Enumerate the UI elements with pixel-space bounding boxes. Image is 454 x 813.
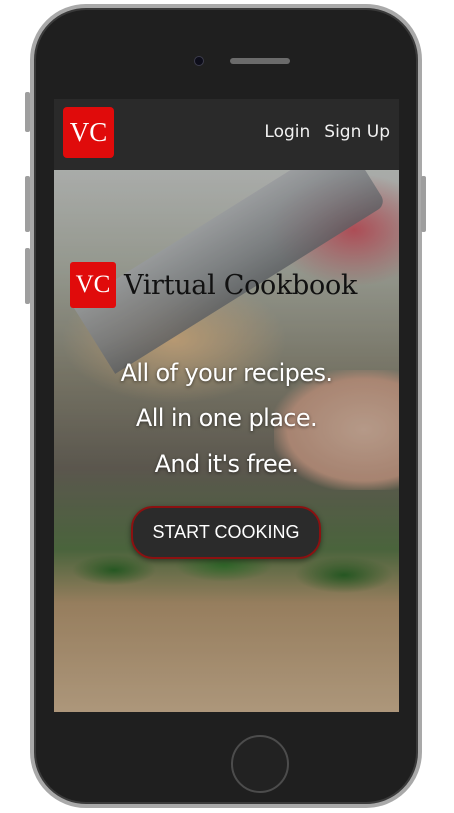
brand-lockup: VC Virtual Cookbook — [70, 262, 357, 308]
start-cooking-button[interactable]: START COOKING — [131, 506, 321, 559]
tagline-line-3: And it's free. — [154, 450, 299, 478]
mute-switch — [25, 92, 30, 132]
hero-overlay — [54, 170, 399, 712]
navbar: VC Login Sign Up — [54, 99, 399, 170]
tagline-line-2: All in one place. — [135, 404, 318, 432]
hero-section: VC Virtual Cookbook All of your recipes.… — [54, 170, 399, 712]
front-camera — [194, 56, 204, 66]
power-button — [421, 176, 426, 232]
signup-link[interactable]: Sign Up — [324, 122, 390, 142]
brand-title: Virtual Cookbook — [124, 269, 358, 301]
nav-links: Login Sign Up — [264, 122, 390, 142]
volume-up-button — [25, 176, 30, 232]
navbar-logo[interactable]: VC — [63, 107, 114, 158]
volume-down-button — [25, 248, 30, 304]
login-link[interactable]: Login — [264, 122, 310, 142]
tagline-line-1: All of your recipes. — [120, 359, 333, 387]
brand-logo-badge: VC — [70, 262, 116, 308]
home-button[interactable] — [231, 735, 289, 793]
screen: VC Login Sign Up VC Virtual Cookbook All… — [54, 99, 399, 712]
earpiece-speaker — [230, 58, 290, 64]
